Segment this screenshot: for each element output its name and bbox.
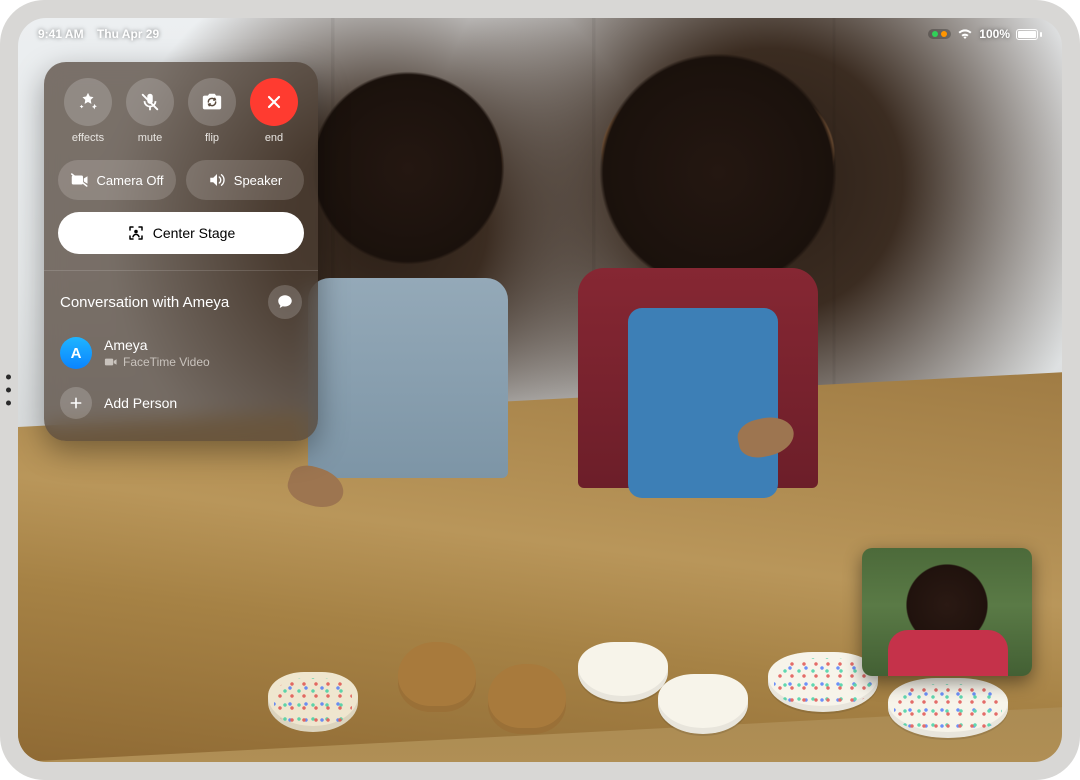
flip-label: flip xyxy=(205,132,219,144)
device-sensors xyxy=(6,375,11,406)
camera-off-label: Camera Off xyxy=(97,173,164,188)
status-date: Thu Apr 29 xyxy=(97,27,159,41)
center-stage-icon xyxy=(127,224,145,242)
center-stage-label: Center Stage xyxy=(153,225,236,241)
camera-off-button[interactable]: Camera Off xyxy=(58,160,176,200)
add-person-label: Add Person xyxy=(104,395,177,411)
end-label: end xyxy=(265,132,283,144)
wifi-icon xyxy=(957,28,973,40)
facetime-controls-panel: effects mute flip xyxy=(44,62,318,441)
speaker-label: Speaker xyxy=(234,173,282,188)
video-icon xyxy=(104,357,118,367)
mute-button[interactable] xyxy=(126,78,174,126)
self-view-pip[interactable] xyxy=(862,548,1032,676)
battery-icon xyxy=(1016,29,1042,40)
participant-sub: FaceTime Video xyxy=(123,355,210,369)
participant-row[interactable]: A Ameya FaceTime Video xyxy=(58,329,304,377)
mute-label: mute xyxy=(138,132,162,144)
participant-name: Ameya xyxy=(104,337,210,353)
effects-label: effects xyxy=(72,132,104,144)
end-call-button[interactable] xyxy=(250,78,298,126)
status-time: 9:41 AM xyxy=(38,27,84,41)
panel-divider xyxy=(44,270,318,271)
effects-button[interactable] xyxy=(64,78,112,126)
flip-button[interactable] xyxy=(188,78,236,126)
privacy-indicator xyxy=(928,29,951,39)
video-off-icon xyxy=(71,173,89,187)
speaker-icon xyxy=(208,172,226,188)
center-stage-button[interactable]: Center Stage xyxy=(58,212,304,254)
ipad-frame: 9:41 AM Thu Apr 29 100% xyxy=(0,0,1080,780)
battery-percent: 100% xyxy=(979,27,1010,41)
plus-icon xyxy=(60,387,92,419)
conversation-title: Conversation with Ameya xyxy=(60,294,229,311)
messages-button[interactable] xyxy=(268,285,302,319)
speaker-button[interactable]: Speaker xyxy=(186,160,304,200)
status-bar: 9:41 AM Thu Apr 29 100% xyxy=(18,18,1062,44)
participant-avatar: A xyxy=(60,337,92,369)
screen: 9:41 AM Thu Apr 29 100% xyxy=(18,18,1062,762)
add-person-button[interactable]: Add Person xyxy=(58,377,304,421)
